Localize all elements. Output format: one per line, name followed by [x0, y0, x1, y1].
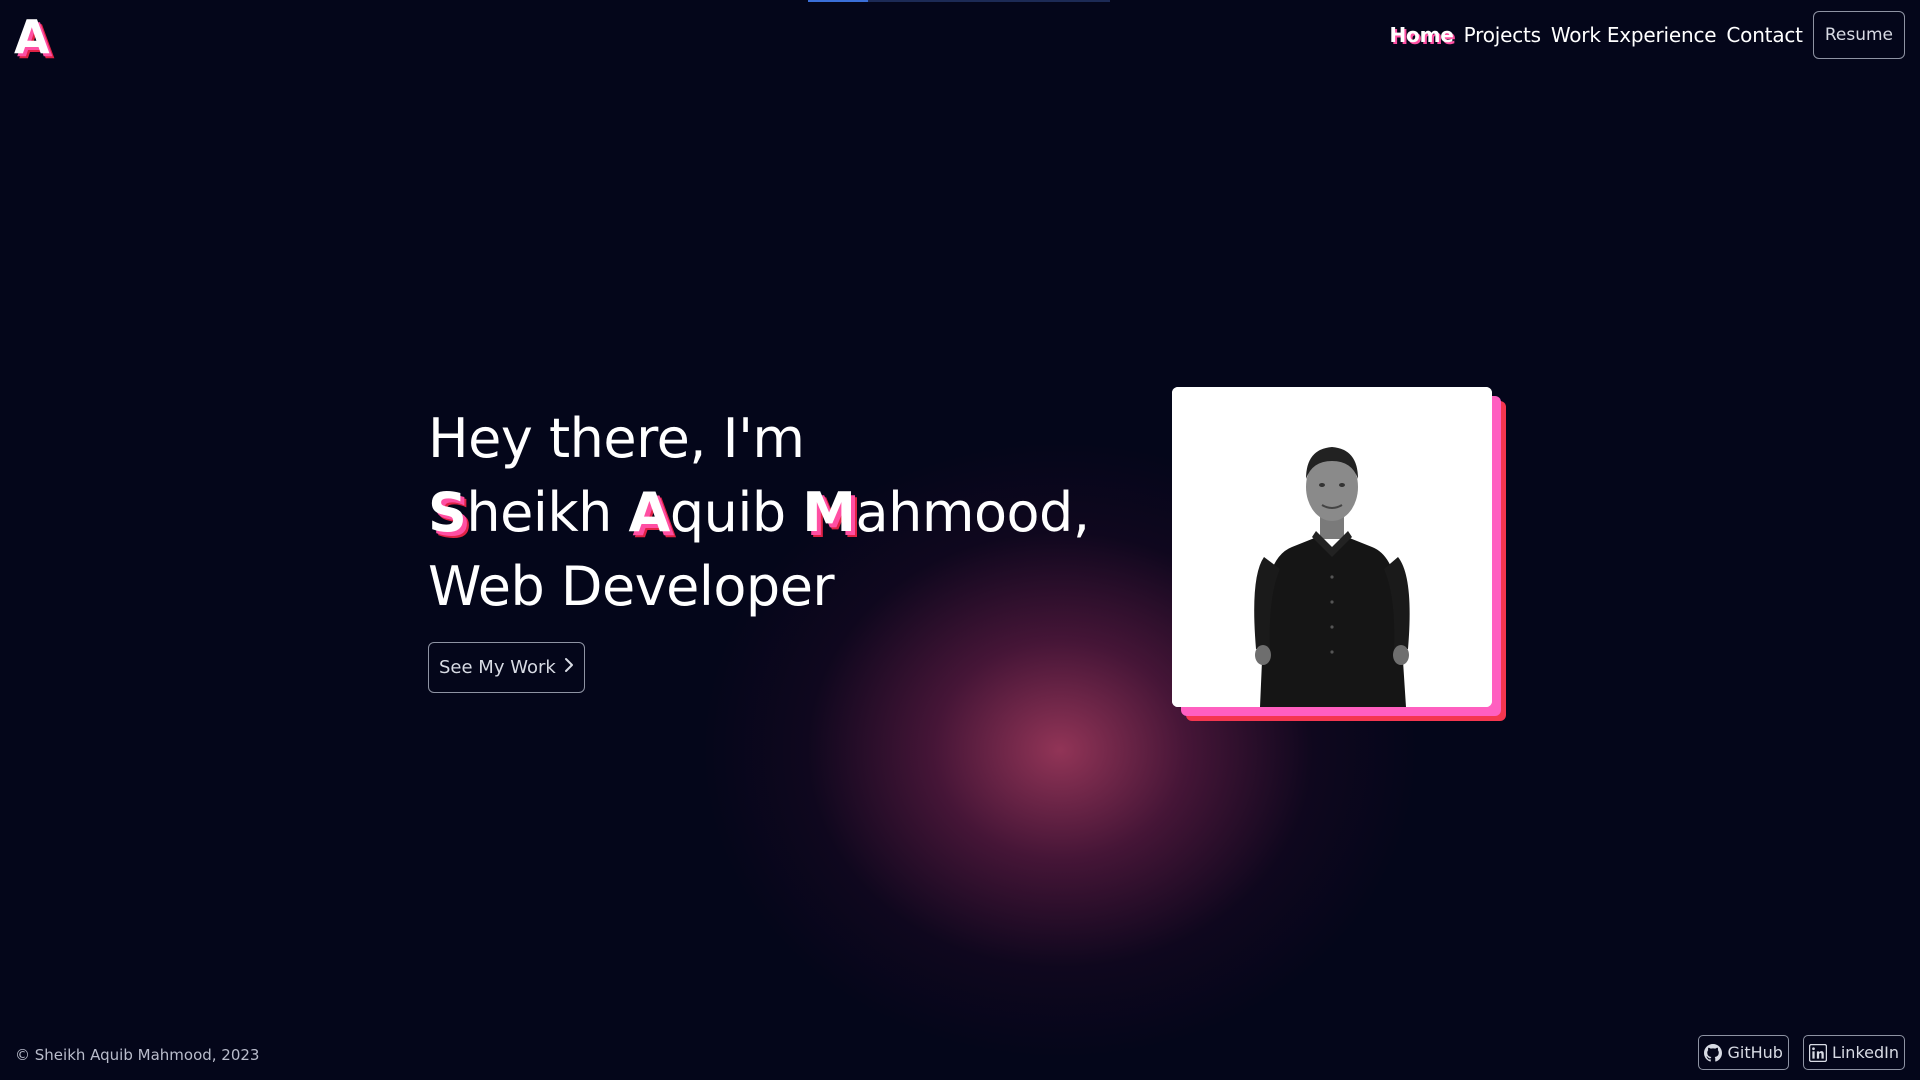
linkedin-label: LinkedIn — [1831, 1043, 1899, 1062]
nav-projects[interactable]: Projects — [1464, 23, 1541, 47]
see-my-work-button[interactable]: See My Work — [428, 642, 585, 693]
nav-contact[interactable]: Contact — [1726, 23, 1803, 47]
scroll-progress-bar — [808, 0, 1110, 2]
chevron-right-icon — [564, 657, 574, 678]
footer-copyright: © Sheikh Aquib Mahmood, 2023 — [15, 1046, 260, 1064]
name-part-1: heikh — [466, 481, 612, 544]
main-nav: Home Projects Work Experience Contact Re… — [1390, 11, 1905, 59]
profile-photo — [1172, 387, 1492, 707]
hero-greeting: Hey there, I'm — [428, 407, 805, 470]
nav-work-experience[interactable]: Work Experience — [1551, 23, 1717, 47]
hero-name: Sheikh Aquib Mahmood, — [428, 476, 1090, 550]
page: A Home Projects Work Experience Contact … — [0, 0, 1920, 1080]
linkedin-icon — [1808, 1043, 1827, 1062]
profile-photo-card — [1172, 387, 1506, 721]
see-my-work-label: See My Work — [439, 657, 556, 678]
scroll-progress-fill — [808, 0, 869, 2]
name-initial-m: M — [802, 481, 856, 544]
github-button[interactable]: GitHub — [1698, 1035, 1789, 1070]
github-icon — [1704, 1043, 1723, 1062]
hero-role: Web Developer — [428, 555, 835, 618]
name-part-2: quib — [669, 481, 786, 544]
nav-home[interactable]: Home — [1390, 23, 1454, 47]
resume-button[interactable]: Resume — [1812, 11, 1905, 59]
name-initial-a: A — [628, 481, 671, 544]
hero-intro: Hey there, I'm Sheikh Aquib Mahmood, Web… — [428, 402, 1090, 693]
person-illustration — [1172, 387, 1492, 707]
name-part-3: ahmood, — [855, 481, 1090, 544]
social-links: GitHub LinkedIn — [1698, 1035, 1905, 1070]
site-logo[interactable]: A — [14, 14, 50, 60]
github-label: GitHub — [1727, 1043, 1783, 1062]
linkedin-button[interactable]: LinkedIn — [1802, 1035, 1905, 1070]
name-initial-s: S — [428, 481, 467, 544]
